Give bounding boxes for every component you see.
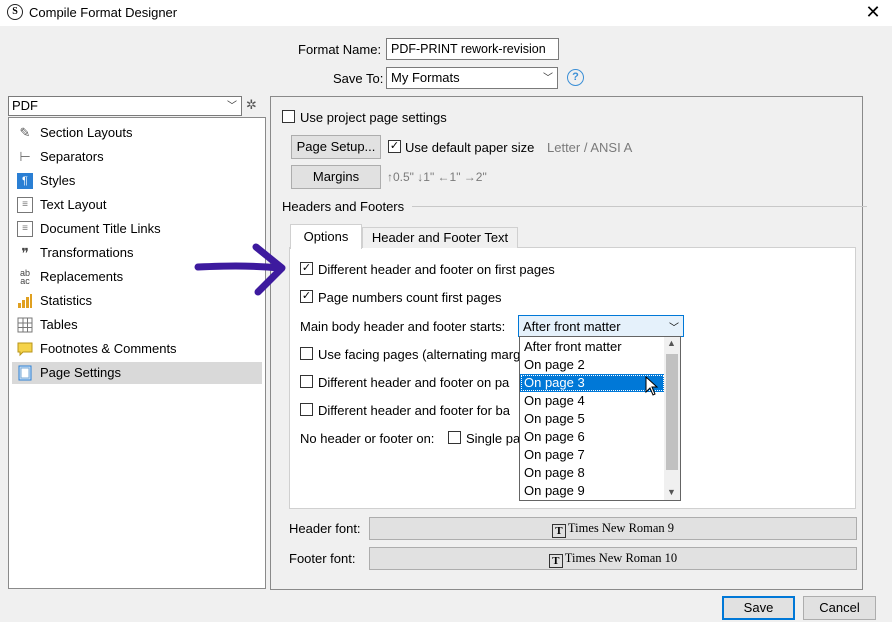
page-setup-button[interactable]: Page Setup... [291, 135, 381, 159]
footer-font-label: Footer font: [289, 551, 356, 566]
sidebar-item-page-settings[interactable]: Page Settings [12, 362, 262, 384]
sidebar-item-label: Transformations [40, 245, 134, 260]
comment-icon [17, 341, 33, 357]
brush-icon: ✎ [19, 125, 31, 140]
footer-font-value: Times New Roman 10 [564, 551, 678, 565]
sidebar-item-label: Document Title Links [40, 221, 161, 236]
headers-footers-group-title: Headers and Footers [282, 199, 405, 214]
save-button[interactable]: Save [722, 596, 795, 620]
footer-font-button[interactable]: T Times New Roman 10 [369, 547, 857, 570]
separator-icon: ⊢ [19, 149, 31, 164]
dropdown-option[interactable]: On page 8 [520, 464, 665, 482]
chevron-down-icon: ﹀ [543, 73, 553, 84]
sidebar-item-label: Page Settings [40, 365, 121, 380]
page-numbers-count-label: Page numbers count first pages [318, 290, 502, 305]
margins-button[interactable]: Margins [291, 165, 381, 189]
diff-on-page-label: Different header and footer on pa [318, 375, 510, 390]
sidebar-item-label: Separators [40, 149, 104, 164]
page-numbers-count-checkbox[interactable]: ✓ [300, 290, 313, 303]
text-layout-icon: ≡ [17, 197, 33, 213]
sidebar-item-label: Replacements [40, 269, 124, 284]
header-font-label: Header font: [289, 521, 361, 536]
single-page-checkbox[interactable] [448, 431, 461, 444]
format-name-input[interactable]: PDF-PRINT rework-revision [386, 38, 559, 60]
sidebar-item-label: Tables [40, 317, 78, 332]
sidebar-item-styles[interactable]: ¶ Styles [12, 170, 262, 192]
help-icon[interactable]: ? [567, 69, 584, 86]
bar-chart-icon [17, 293, 33, 309]
diff-first-pages-checkbox[interactable]: ✓ [300, 262, 313, 275]
use-project-page-settings-checkbox[interactable] [282, 110, 295, 123]
gear-icon[interactable]: ✲ [246, 98, 260, 112]
table-icon [17, 317, 33, 333]
dropdown-option[interactable]: On page 6 [520, 428, 665, 446]
diff-for-back-checkbox[interactable] [300, 403, 313, 416]
main-body-starts-label: Main body header and footer starts: [300, 319, 506, 334]
sidebar-item-footnotes-comments[interactable]: Footnotes & Comments [12, 338, 262, 360]
page-settings-icon [17, 365, 33, 381]
facing-pages-label: Use facing pages (alternating marg [318, 347, 521, 362]
styles-icon: ¶ [17, 173, 33, 189]
header-font-value: Times New Roman 9 [567, 521, 675, 535]
dropdown-option[interactable]: On page 7 [520, 446, 665, 464]
sidebar-item-tables[interactable]: Tables [12, 314, 262, 336]
header-font-button[interactable]: T Times New Roman 9 [369, 517, 857, 540]
section-list: ✎ Section Layouts ⊢ Separators ¶ Styles … [8, 117, 266, 589]
cancel-button[interactable]: Cancel [803, 596, 876, 620]
chevron-down-icon: ﹀ [669, 323, 679, 334]
diff-for-back-label: Different header and footer for ba [318, 403, 510, 418]
save-to-label: Save To: [333, 71, 384, 86]
dropdown-option[interactable]: On page 2 [520, 356, 665, 374]
dropdown-option[interactable]: On page 9 [520, 482, 665, 500]
sidebar-item-label: Text Layout [40, 197, 107, 212]
font-icon: T [548, 554, 563, 568]
sidebar-item-label: Section Layouts [40, 125, 133, 140]
single-page-label: Single pa [466, 431, 521, 446]
quotes-icon: ❞ [21, 245, 29, 261]
scroll-up-icon[interactable]: ▲ [667, 338, 676, 348]
sidebar-item-text-layout[interactable]: ≡ Text Layout [12, 194, 262, 216]
save-to-select[interactable]: My Formats ﹀ [386, 67, 558, 89]
dropdown-option[interactable]: On page 5 [520, 410, 665, 428]
margins-value: ↑0.5" ↓1" ←1" →2" [387, 170, 487, 184]
mouse-cursor-icon [645, 376, 659, 396]
format-type-select[interactable]: PDF ﹀ [8, 96, 242, 116]
sidebar-item-document-title-links[interactable]: ≡ Document Title Links [12, 218, 262, 240]
paper-size-value: Letter / ANSI A [547, 140, 633, 155]
sidebar-item-separators[interactable]: ⊢ Separators [12, 146, 262, 168]
scroll-down-icon[interactable]: ▼ [667, 487, 676, 497]
sidebar-item-label: Footnotes & Comments [40, 341, 177, 356]
main-body-starts-select[interactable]: After front matter ﹀ [518, 315, 684, 337]
dropdown-option-highlighted[interactable]: On page 3 [520, 374, 665, 392]
dropdown-scroll-thumb[interactable] [666, 354, 678, 470]
dropdown-option[interactable]: On page 4 [520, 392, 665, 410]
replace-icon: ab ac [19, 268, 30, 286]
use-default-paper-size-checkbox[interactable]: ✓ [388, 140, 401, 153]
close-icon[interactable]: ✕ [862, 1, 884, 23]
window-title: Compile Format Designer [29, 5, 178, 20]
dropdown-option[interactable]: After front matter [520, 338, 665, 356]
group-divider [412, 206, 867, 207]
main-body-starts-dropdown: After front matter On page 2 On page 3 O… [519, 336, 681, 501]
annotation-arrow-icon [194, 243, 286, 296]
tab-options[interactable]: Options [290, 224, 362, 249]
no-header-label: No header or footer on: [300, 431, 435, 446]
sidebar-item-label: Styles [40, 173, 76, 188]
format-type-value: PDF [12, 98, 38, 113]
chevron-down-icon: ﹀ [227, 101, 237, 112]
save-to-value: My Formats [391, 70, 460, 85]
use-default-paper-size-label: Use default paper size [405, 140, 535, 155]
sidebar-item-label: Statistics [40, 293, 93, 308]
document-icon: ≡ [17, 221, 33, 237]
font-icon: T [551, 524, 566, 538]
diff-on-page-checkbox[interactable] [300, 375, 313, 388]
facing-pages-checkbox[interactable] [300, 347, 313, 360]
tab-header-footer-text[interactable]: Header and Footer Text [362, 227, 518, 248]
format-name-label: Format Name: [298, 42, 382, 57]
main-body-starts-value: After front matter [523, 319, 621, 334]
sidebar-item-section-layouts[interactable]: ✎ Section Layouts [12, 122, 262, 144]
app-icon: S [7, 4, 23, 20]
use-project-page-settings-label: Use project page settings [300, 110, 447, 125]
diff-first-pages-label: Different header and footer on first pag… [318, 262, 555, 277]
